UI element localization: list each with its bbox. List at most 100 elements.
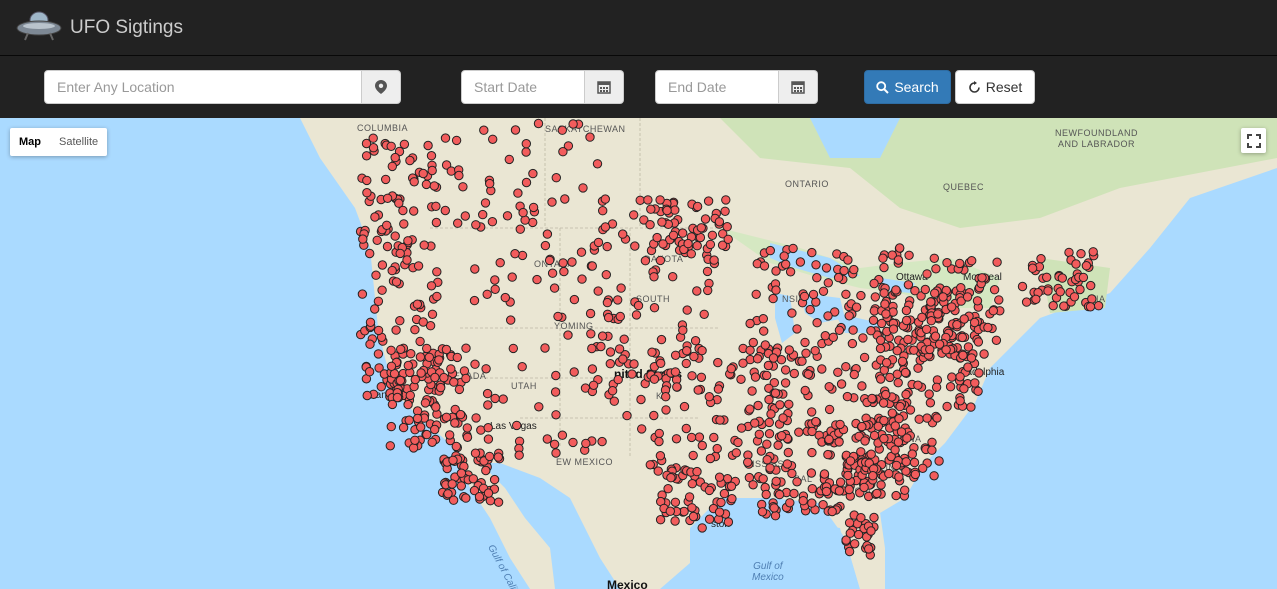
sighting-marker[interactable] (1093, 301, 1104, 311)
sighting-marker[interactable] (929, 253, 939, 264)
sighting-marker[interactable] (879, 262, 889, 273)
sighting-marker[interactable] (759, 261, 770, 271)
sighting-marker[interactable] (833, 272, 844, 283)
sighting-marker[interactable] (362, 175, 372, 186)
sighting-marker[interactable] (404, 415, 414, 425)
sighting-marker[interactable] (483, 434, 494, 444)
sighting-marker[interactable] (897, 356, 908, 367)
sighting-marker[interactable] (510, 249, 520, 259)
sighting-marker[interactable] (1078, 272, 1089, 283)
sighting-marker[interactable] (821, 486, 832, 497)
sighting-marker[interactable] (959, 384, 969, 394)
sighting-marker[interactable] (377, 285, 387, 295)
sighting-marker[interactable] (587, 364, 598, 374)
sighting-marker[interactable] (721, 195, 731, 205)
sighting-marker[interactable] (750, 418, 760, 428)
sighting-marker[interactable] (859, 482, 869, 493)
sighting-marker[interactable] (370, 212, 380, 222)
sighting-marker[interactable] (834, 437, 844, 447)
sighting-marker[interactable] (692, 201, 703, 212)
start-date-calendar-button[interactable] (585, 70, 624, 104)
sighting-marker[interactable] (455, 409, 466, 420)
sighting-marker[interactable] (818, 286, 829, 297)
sighting-marker[interactable] (866, 326, 876, 336)
sighting-marker[interactable] (489, 474, 500, 485)
sighting-marker[interactable] (812, 273, 822, 283)
sighting-marker[interactable] (770, 511, 781, 521)
sighting-marker[interactable] (836, 379, 847, 389)
sighting-marker[interactable] (752, 354, 763, 364)
sighting-marker[interactable] (774, 489, 785, 500)
sighting-marker[interactable] (823, 278, 833, 288)
sighting-marker[interactable] (800, 337, 810, 348)
sighting-marker[interactable] (387, 399, 398, 410)
sighting-marker[interactable] (558, 147, 568, 157)
sighting-marker[interactable] (764, 429, 775, 439)
sighting-marker[interactable] (780, 365, 791, 375)
sighting-marker[interactable] (785, 498, 795, 508)
sighting-marker[interactable] (766, 409, 776, 419)
sighting-marker[interactable] (764, 417, 774, 428)
sighting-marker[interactable] (559, 266, 569, 277)
sighting-marker[interactable] (581, 438, 591, 449)
sighting-marker[interactable] (780, 378, 791, 388)
sighting-marker[interactable] (459, 366, 470, 376)
sighting-marker[interactable] (845, 528, 855, 538)
sighting-marker[interactable] (470, 448, 481, 458)
sighting-marker[interactable] (560, 194, 570, 204)
sighting-marker[interactable] (843, 470, 853, 481)
sighting-marker[interactable] (994, 295, 1004, 305)
sighting-marker[interactable] (875, 343, 886, 354)
sighting-marker[interactable] (682, 346, 692, 356)
sighting-marker[interactable] (828, 332, 838, 343)
sighting-marker[interactable] (405, 155, 415, 166)
sighting-marker[interactable] (762, 370, 772, 381)
sighting-marker[interactable] (797, 356, 807, 366)
brand[interactable]: UFO Sigtings (16, 10, 183, 46)
sighting-marker[interactable] (649, 410, 659, 421)
sighting-marker[interactable] (751, 289, 761, 300)
sighting-marker[interactable] (423, 140, 433, 151)
sighting-marker[interactable] (807, 498, 817, 508)
sighting-marker[interactable] (1059, 301, 1069, 311)
sighting-marker[interactable] (448, 455, 458, 465)
sighting-marker[interactable] (789, 488, 799, 499)
sighting-marker[interactable] (885, 372, 895, 383)
sighting-marker[interactable] (880, 299, 890, 309)
sighting-marker[interactable] (409, 206, 419, 216)
sighting-marker[interactable] (649, 374, 660, 384)
sighting-marker[interactable] (1075, 284, 1085, 295)
sighting-marker[interactable] (696, 372, 707, 382)
sighting-marker[interactable] (681, 358, 691, 369)
sighting-marker[interactable] (558, 258, 568, 268)
sighting-marker[interactable] (839, 265, 849, 276)
sighting-marker[interactable] (549, 283, 560, 293)
sighting-marker[interactable] (441, 344, 452, 355)
sighting-marker[interactable] (887, 408, 897, 418)
sighting-marker[interactable] (490, 284, 500, 295)
sighting-marker[interactable] (553, 311, 563, 322)
sighting-marker[interactable] (592, 159, 603, 169)
sighting-marker[interactable] (657, 217, 667, 227)
sighting-marker[interactable] (493, 452, 503, 462)
sighting-marker[interactable] (969, 317, 980, 328)
sighting-marker[interactable] (952, 320, 962, 330)
sighting-marker[interactable] (847, 338, 858, 349)
sighting-marker[interactable] (807, 447, 817, 458)
sighting-marker[interactable] (373, 296, 384, 307)
sighting-marker[interactable] (1021, 297, 1032, 307)
sighting-marker[interactable] (663, 484, 673, 494)
sighting-marker[interactable] (430, 372, 440, 383)
sighting-marker[interactable] (788, 243, 798, 254)
sighting-marker[interactable] (386, 421, 396, 432)
sighting-marker[interactable] (799, 291, 810, 302)
map-type-map-button[interactable]: Map (10, 128, 50, 156)
sighting-marker[interactable] (763, 360, 774, 371)
sighting-marker[interactable] (576, 247, 587, 257)
sighting-marker[interactable] (692, 241, 702, 251)
sighting-marker[interactable] (614, 344, 625, 354)
sighting-marker[interactable] (421, 179, 432, 190)
sighting-marker[interactable] (409, 177, 419, 187)
sighting-marker[interactable] (426, 151, 437, 161)
sighting-marker[interactable] (876, 480, 886, 490)
